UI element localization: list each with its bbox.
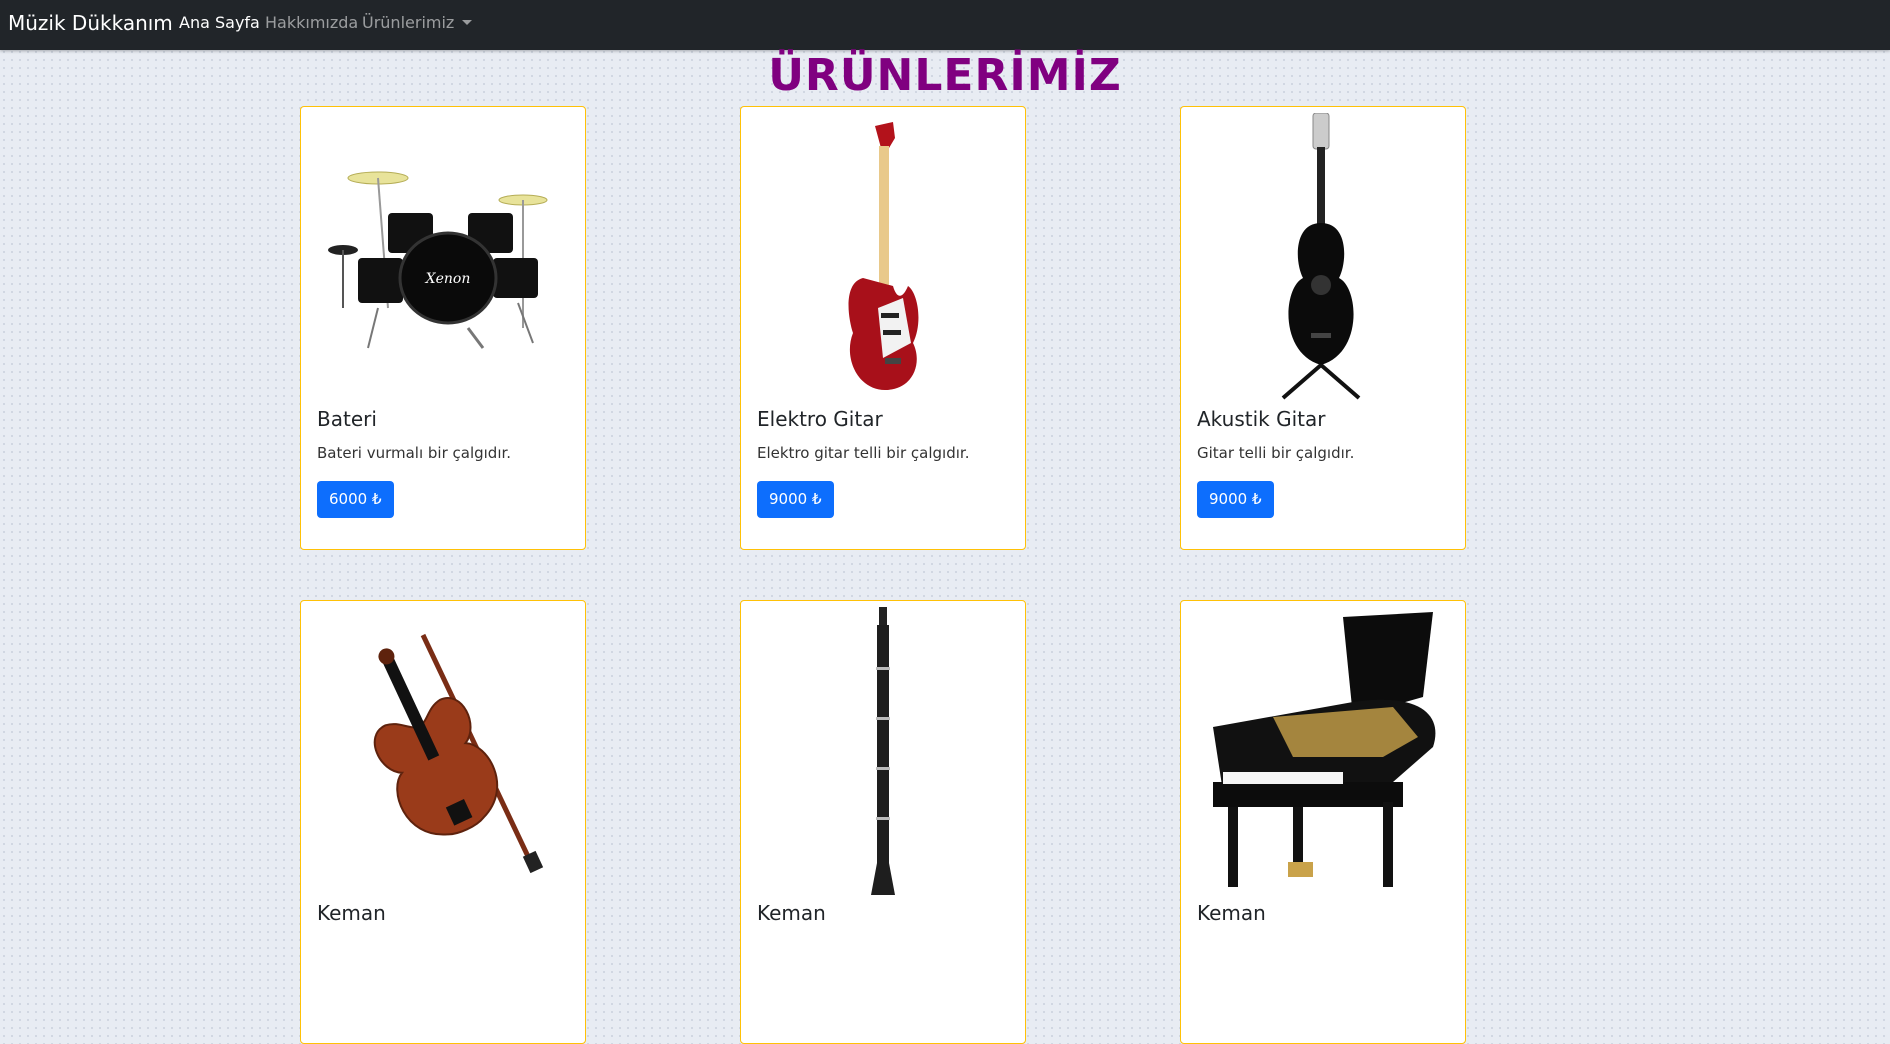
- grand-piano-icon: [1191, 607, 1455, 897]
- product-title: Keman: [757, 901, 826, 925]
- nav-link-home[interactable]: Ana Sayfa: [179, 13, 260, 32]
- product-card: Keman: [740, 600, 1026, 1044]
- nav-dropdown-products[interactable]: Ürünlerimiz: [362, 13, 473, 32]
- chevron-down-icon: [462, 20, 473, 25]
- product-card: Keman: [300, 600, 586, 1044]
- price-button[interactable]: 9000 ₺: [1197, 481, 1274, 518]
- price-button[interactable]: 9000 ₺: [757, 481, 834, 518]
- svg-text:Xenon: Xenon: [425, 271, 471, 287]
- clarinet-icon: [751, 607, 1015, 897]
- product-description: Gitar telli bir çalgıdır.: [1197, 444, 1355, 462]
- product-description: Bateri vurmalı bir çalgıdır.: [317, 444, 512, 462]
- product-title: Elektro Gitar: [757, 407, 883, 431]
- product-card: Akustik Gitar Gitar telli bir çalgıdır. …: [1180, 106, 1466, 550]
- electric-guitar-icon: [751, 113, 1015, 403]
- product-description: Elektro gitar telli bir çalgıdır.: [757, 444, 970, 462]
- product-title: Akustik Gitar: [1197, 407, 1326, 431]
- product-card: Xenon Bateri Bateri vurmalı bir çalgıdır…: [300, 106, 586, 550]
- product-title: Keman: [317, 901, 386, 925]
- navbar: Müzik Dükkanım Ana Sayfa Hakkımızda Ürün…: [0, 0, 1890, 50]
- nav-link-about[interactable]: Hakkımızda: [265, 13, 358, 32]
- drum-kit-icon: Xenon: [311, 113, 575, 403]
- violin-icon: [311, 607, 575, 897]
- product-card: Elektro Gitar Elektro gitar telli bir ça…: [740, 106, 1026, 550]
- page-title: ÜRÜNLERİMİZ: [768, 50, 1122, 101]
- acoustic-guitar-icon: [1191, 113, 1455, 403]
- nav-dropdown-label: Ürünlerimiz: [362, 13, 455, 32]
- price-button[interactable]: 6000 ₺: [317, 481, 394, 518]
- product-title: Keman: [1197, 901, 1266, 925]
- product-title: Bateri: [317, 407, 377, 431]
- brand-link[interactable]: Müzik Dükkanım: [8, 11, 173, 35]
- product-card: Keman: [1180, 600, 1466, 1044]
